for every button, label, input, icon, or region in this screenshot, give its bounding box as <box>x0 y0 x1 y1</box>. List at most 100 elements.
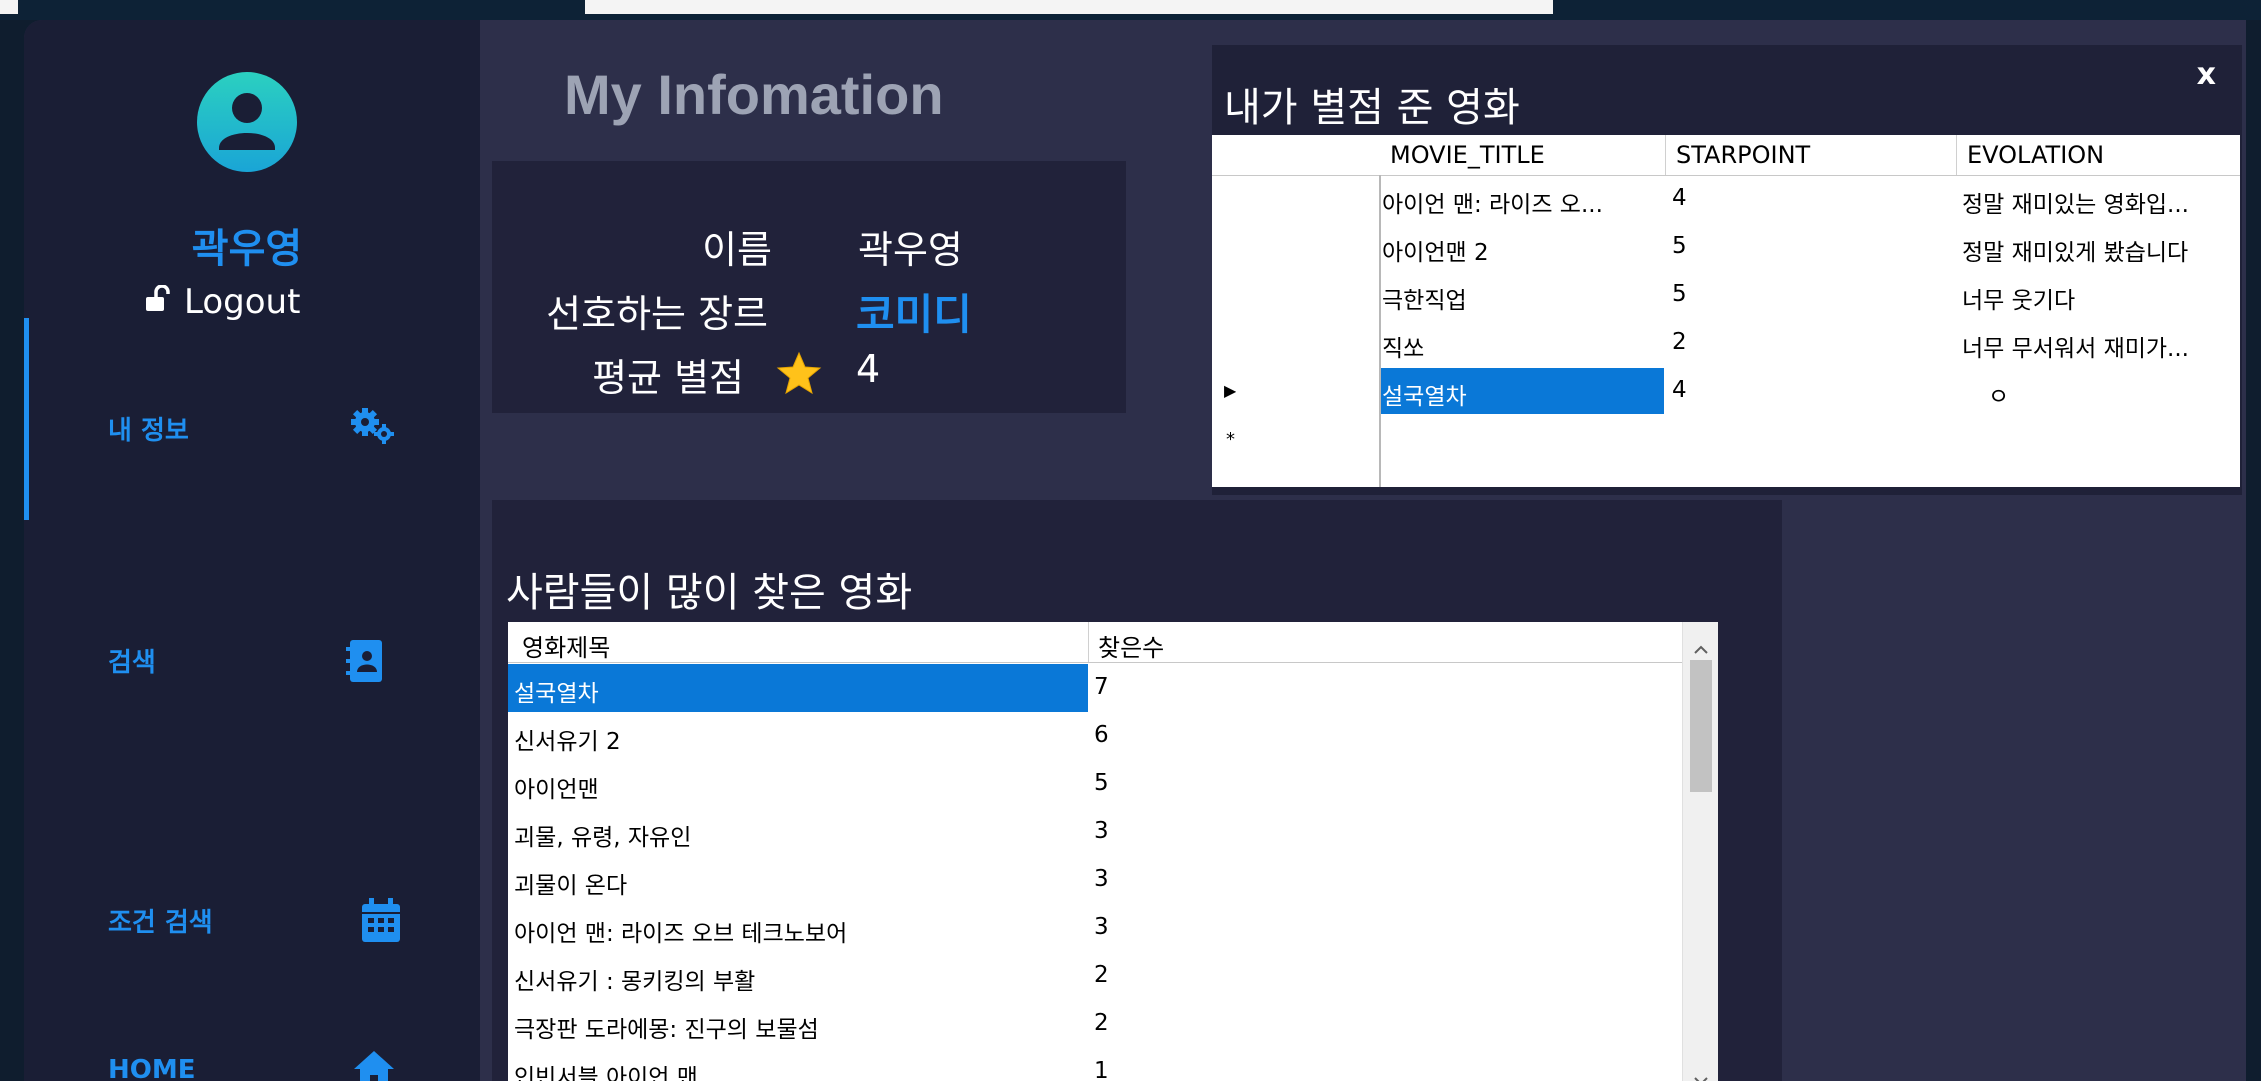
calendar-icon <box>360 898 402 948</box>
item-title: 아이언 맨: 라이즈 오브 테크노보어 <box>514 921 848 947</box>
cell-evaluation: 너무 무서워서 재미가... <box>1962 336 2189 362</box>
item-title: 신서유기 : 몽키킹의 부활 <box>514 969 756 995</box>
cell-title: 설국열차 <box>1382 384 1467 410</box>
table-row[interactable]: 아이언 맨: 라이즈 오... 4 정말 재미있는 영화입... <box>1212 175 2240 223</box>
item-title: 인빈서블 아이언 맨 <box>514 1065 698 1081</box>
my-info-panel: 이름 곽우영 선호하는 장르 코미디 평균 별점 4 <box>492 161 1126 413</box>
cell-title: 아이언 맨: 라이즈 오... <box>1382 192 1603 218</box>
popular-movies-list: 영화제목 찾은수 설국열차 7 신서유기 2 6 아이언맨 5 괴물, 유령, … <box>508 622 1718 1081</box>
new-row-marker: * <box>1226 429 1235 450</box>
item-count: 3 <box>1094 914 1109 940</box>
item-count: 3 <box>1094 818 1109 844</box>
item-count: 7 <box>1094 674 1109 700</box>
rated-movies-grid: MOVIE_TITLE STARPOINT EVOLATION 아이언 맨: 라… <box>1212 135 2240 487</box>
sidebar-item-label: 내 정보 <box>108 416 189 446</box>
sidebar-item-advanced-search[interactable]: 조건 검색 <box>24 880 480 960</box>
sidebar-item-home[interactable]: HOME <box>24 1035 480 1081</box>
background-window-edge <box>0 0 18 14</box>
column-header-movie-title[interactable]: 영화제목 <box>522 628 610 663</box>
item-count: 2 <box>1094 1010 1109 1036</box>
table-row[interactable]: 직쏘 2 너무 무서워서 재미가... <box>1212 319 2240 367</box>
cell-title: 극한직업 <box>1382 288 1467 314</box>
column-header-starpoint[interactable]: STARPOINT <box>1676 141 1810 169</box>
list-item[interactable]: 아이언맨 5 <box>508 760 1682 808</box>
cell-starpoint: 5 <box>1672 233 1687 259</box>
popular-movies-title: 사람들이 많이 찾은 영화 <box>506 570 913 616</box>
cell-evaluation: 정말 재미있는 영화입... <box>1962 192 2189 218</box>
logout-label: Logout <box>184 282 301 322</box>
avg-star-label: 평균 별점 <box>592 356 744 400</box>
rated-movies-window: 내가 별점 준 영화 x MOVIE_TITLE STARPOINT EVOLA… <box>1212 45 2242 495</box>
cell-starpoint: 5 <box>1672 281 1687 307</box>
background-window-edge <box>585 0 1553 14</box>
vertical-scrollbar[interactable] <box>1682 622 1718 1081</box>
item-title: 아이언맨 <box>514 777 599 803</box>
cell-title: 직쏘 <box>1382 336 1425 362</box>
page-title: My Infomation <box>564 63 944 126</box>
cell-starpoint: 4 <box>1672 377 1687 403</box>
popular-movies-panel: 사람들이 많이 찾은 영화 영화제목 찾은수 설국열차 7 신서유기 2 6 아… <box>492 500 1782 1081</box>
new-row[interactable]: * <box>1212 415 2240 463</box>
list-item[interactable]: 인빈서블 아이언 맨 1 <box>508 1048 1682 1081</box>
logout-button[interactable]: Logout <box>144 282 300 322</box>
cell-title: 아이언맨 2 <box>1382 240 1489 266</box>
list-item[interactable]: 극장판 도라에몽: 진구의 보물섬 2 <box>508 1000 1682 1048</box>
app-window: 곽우영 Logout 내 정보 검색 조건 검색 HOME My Infomat… <box>24 20 2246 1081</box>
user-avatar-icon <box>197 72 297 172</box>
sidebar-item-label: 검색 <box>108 648 156 678</box>
list-item-selected[interactable]: 설국열차 7 <box>508 664 1682 712</box>
avg-star-value: 4 <box>856 347 881 391</box>
genre-value: 코미디 <box>856 290 972 339</box>
item-count: 1 <box>1094 1058 1109 1081</box>
list-item[interactable]: 괴물, 유령, 자유인 3 <box>508 808 1682 856</box>
cell-evaluation: 정말 재미있게 봤습니다 <box>1962 240 2189 266</box>
list-item[interactable]: 괴물이 온다 3 <box>508 856 1682 904</box>
sidebar-item-label: HOME <box>108 1055 196 1081</box>
user-name: 곽우영 <box>191 226 303 272</box>
column-divider <box>1665 135 1666 175</box>
scrollbar-thumb[interactable] <box>1690 660 1712 792</box>
table-row[interactable]: 아이언맨 2 5 정말 재미있게 봤습니다 <box>1212 223 2240 271</box>
table-row[interactable]: 극한직업 5 너무 웃기다 <box>1212 271 2240 319</box>
name-label: 이름 <box>702 228 772 272</box>
current-row-marker: ▶ <box>1224 381 1237 400</box>
cell-starpoint: 2 <box>1672 329 1687 355</box>
list-header <box>508 622 1682 663</box>
column-header-evolation[interactable]: EVOLATION <box>1967 141 2104 169</box>
cell-evaluation: 너무 웃기다 <box>1962 288 2076 314</box>
column-header-search-count[interactable]: 찾은수 <box>1098 628 1164 663</box>
item-count: 6 <box>1094 722 1109 748</box>
item-title: 괴물이 온다 <box>514 873 628 899</box>
table-row-selected[interactable]: ▶ 설국열차 4 ㅇ <box>1212 367 2240 415</box>
genre-label: 선호하는 장르 <box>546 292 768 336</box>
item-title: 신서유기 2 <box>514 729 621 755</box>
sidebar-item-label: 조건 검색 <box>108 908 213 938</box>
item-count: 2 <box>1094 962 1109 988</box>
item-title: 괴물, 유령, 자유인 <box>514 825 692 851</box>
list-item[interactable]: 신서유기 2 6 <box>508 712 1682 760</box>
background-window-strip <box>0 0 2261 20</box>
contacts-book-icon <box>346 638 386 688</box>
item-count: 3 <box>1094 866 1109 892</box>
item-title: 극장판 도라에몽: 진구의 보물섬 <box>514 1017 819 1043</box>
scroll-up-icon[interactable] <box>1694 634 1708 660</box>
column-divider <box>1956 135 1957 175</box>
cell-starpoint: 4 <box>1672 185 1687 211</box>
list-item[interactable]: 아이언 맨: 라이즈 오브 테크노보어 3 <box>508 904 1682 952</box>
scroll-down-icon[interactable] <box>1694 1066 1708 1081</box>
gears-icon <box>350 406 396 450</box>
item-title: 설국열차 <box>514 681 599 707</box>
star-icon <box>776 351 822 399</box>
rated-movies-title: 내가 별점 준 영화 <box>1224 85 1520 131</box>
column-divider <box>1088 622 1089 662</box>
name-value: 곽우영 <box>858 228 963 272</box>
list-item[interactable]: 신서유기 : 몽키킹의 부활 2 <box>508 952 1682 1000</box>
column-header-movie-title[interactable]: MOVIE_TITLE <box>1390 141 1545 169</box>
sidebar: 곽우영 Logout 내 정보 검색 조건 검색 HOME <box>24 20 480 1081</box>
item-count: 5 <box>1094 770 1109 796</box>
cell-evaluation: ㅇ <box>1988 384 2010 410</box>
sidebar-item-my-info[interactable]: 내 정보 <box>24 388 480 468</box>
close-button[interactable]: x <box>2197 57 2216 92</box>
unlock-icon <box>144 282 170 322</box>
sidebar-item-search[interactable]: 검색 <box>24 620 480 700</box>
